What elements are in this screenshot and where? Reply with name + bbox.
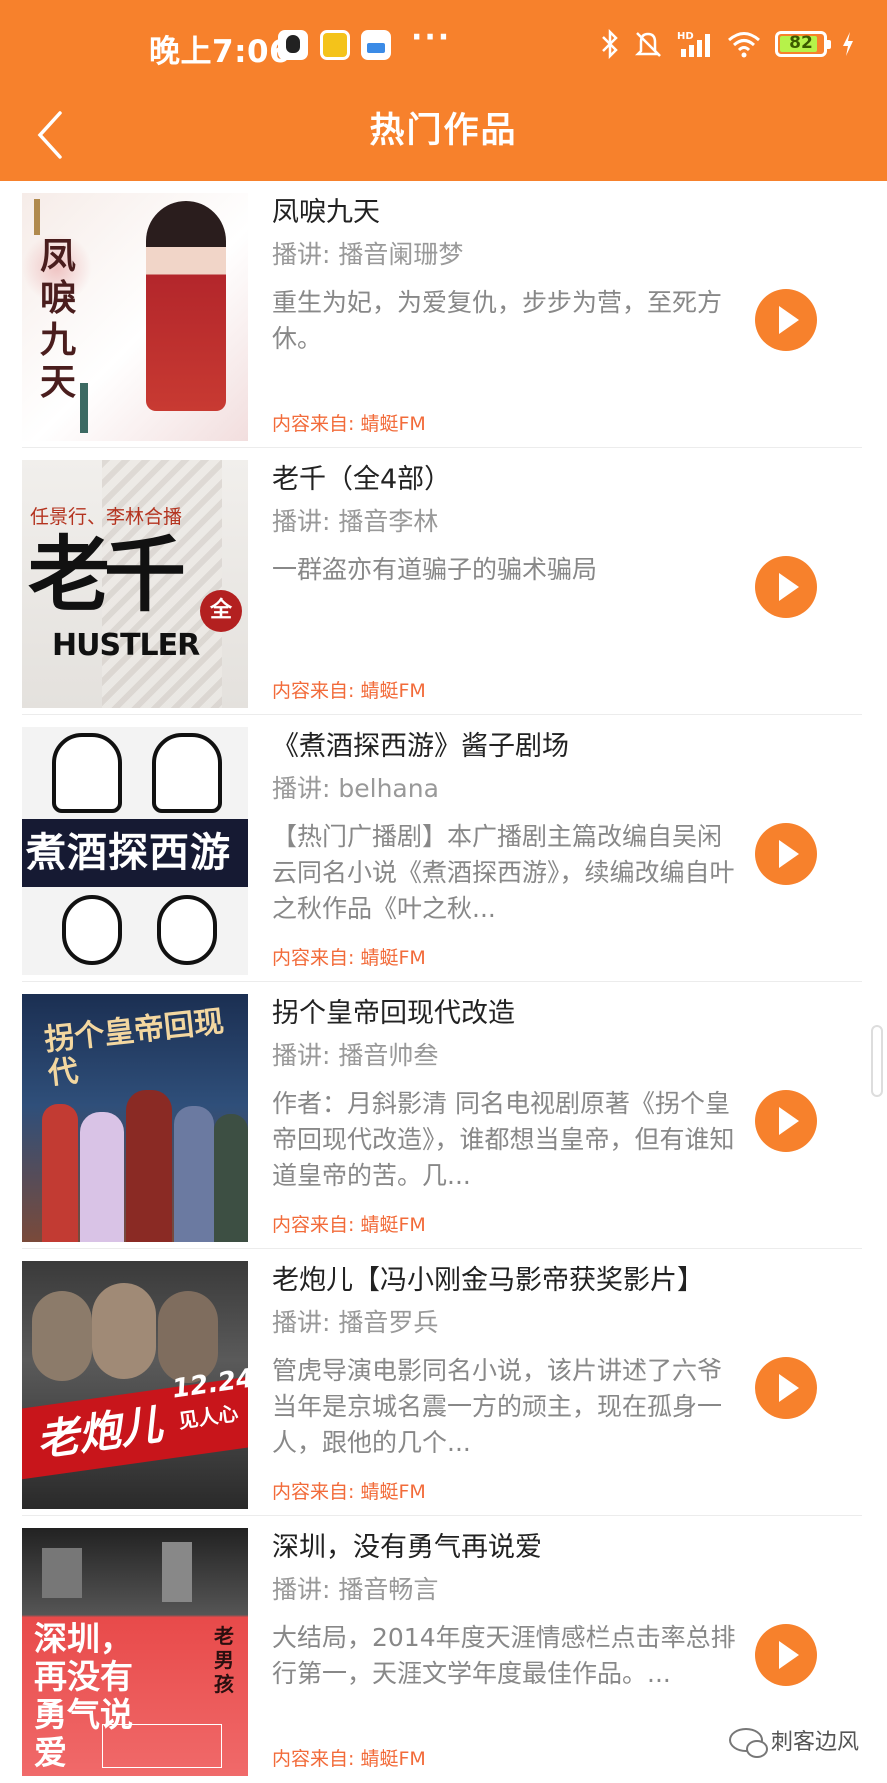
item-info: 老千（全4部） 播讲: 播音李林 一群盗亦有道骗子的骗术骗局	[272, 460, 742, 660]
system-icons: HD 82	[601, 26, 855, 62]
cover-image: 凤唳九天	[22, 193, 248, 441]
qq-icon	[278, 30, 308, 60]
item-title[interactable]: 深圳，没有勇气再说爱	[272, 1528, 742, 1568]
item-info: 拐个皇帝回现代改造 播讲: 播音帅叁 作者：月斜影清 同名电视剧原著《拐个皇帝回…	[272, 994, 742, 1194]
item-source: 内容来自: 蜻蜓FM	[272, 1748, 426, 1770]
notes-icon	[320, 30, 350, 60]
item-info: 老炮儿【冯小刚金马影帝获奖影片】 播讲: 播音罗兵 管虎导演电影同名小说，该片讲…	[272, 1261, 742, 1461]
status-time: 晚上7:06	[149, 34, 292, 70]
svg-text:HD: HD	[677, 31, 694, 42]
cover-image: 深圳，再没有勇气说爱 老男孩	[22, 1528, 248, 1776]
wechat-icon	[728, 1728, 768, 1758]
item-source: 内容来自: 蜻蜓FM	[272, 413, 426, 435]
page-title: 热门作品	[369, 111, 518, 151]
nav-bar: 热门作品	[0, 90, 887, 181]
battery-icon: 82	[775, 31, 831, 57]
watermark-text: 刺客边风	[770, 1730, 859, 1755]
item-source: 内容来自: 蜻蜓FM	[272, 1481, 426, 1503]
pen-icon	[361, 30, 391, 60]
cover-tag: 老男孩	[214, 1624, 234, 1696]
cover-title: 凤唳九天	[40, 235, 77, 403]
wifi-icon	[728, 32, 760, 58]
more-notifications-icon: ···	[411, 20, 452, 55]
item-host: 播讲: 播音畅言	[272, 1575, 439, 1604]
play-button[interactable]	[755, 823, 817, 885]
watermark: 刺客边风	[728, 1724, 859, 1758]
item-source: 内容来自: 蜻蜓FM	[272, 1214, 426, 1236]
cover-title: 煮酒探西游	[26, 830, 231, 876]
item-description: 作者：月斜影清 同名电视剧原著《拐个皇帝回现代改造》，谁都想当皇帝，但有谁知道皇…	[272, 1089, 735, 1190]
status-bar: 晚上7:06 ··· HD 82	[0, 0, 887, 90]
item-title[interactable]: 凤唳九天	[272, 193, 742, 233]
cover-title: 拐个皇帝回现代	[42, 1004, 226, 1092]
list-item[interactable]: 任景行、李林合播 老千 HUSTLER 全 老千（全4部） 播讲: 播音李林 一…	[22, 448, 862, 715]
item-host: 播讲: 播音李林	[272, 507, 439, 536]
play-button[interactable]	[755, 556, 817, 618]
list-item[interactable]: 老炮儿 12.24 见人心 老炮儿【冯小刚金马影帝获奖影片】 播讲: 播音罗兵 …	[22, 1249, 862, 1516]
play-button[interactable]	[755, 1624, 817, 1686]
item-description: 管虎导演电影同名小说，该片讲述了六爷当年是京城名震一方的顽主，现在孤身一人，跟他…	[272, 1356, 723, 1457]
cover-subtitle: HUSTLER	[52, 628, 200, 663]
list-item[interactable]: 煮酒探西游 《煮酒探西游》酱子剧场 播讲: belhana 【热门广播剧】本广播…	[22, 715, 862, 982]
cover-image: 老炮儿 12.24 见人心	[22, 1261, 248, 1509]
item-info: 《煮酒探西游》酱子剧场 播讲: belhana 【热门广播剧】本广播剧主篇改编自…	[272, 727, 742, 927]
mute-icon	[634, 32, 662, 57]
item-title[interactable]: 老千（全4部）	[272, 460, 742, 500]
cover-image: 煮酒探西游	[22, 727, 248, 975]
item-host: 播讲: 播音阑珊梦	[272, 240, 464, 269]
cover-badge: 全	[200, 590, 242, 632]
cover-image: 任景行、李林合播 老千 HUSTLER 全	[22, 460, 248, 708]
item-title[interactable]: 老炮儿【冯小刚金马影帝获奖影片】	[272, 1261, 742, 1301]
item-description: 重生为妃，为爱复仇，步步为营，至死方休。	[272, 288, 723, 353]
works-list: 凤唳九天 凤唳九天 播讲: 播音阑珊梦 重生为妃，为爱复仇，步步为营，至死方休。…	[0, 181, 887, 1783]
battery-level: 82	[789, 33, 813, 53]
scrollbar-handle[interactable]	[871, 1025, 883, 1097]
app-header: 晚上7:06 ··· HD 82 热门作品	[0, 0, 887, 181]
list-item[interactable]: 凤唳九天 凤唳九天 播讲: 播音阑珊梦 重生为妃，为爱复仇，步步为营，至死方休。…	[22, 181, 862, 448]
hd-signal-icon: HD	[677, 31, 710, 57]
item-host: 播讲: belhana	[272, 774, 439, 803]
item-description: 【热门广播剧】本广播剧主篇改编自吴闲云同名小说《煮酒探西游》，续编改编自叶之秋作…	[272, 822, 735, 923]
list-item[interactable]: 拐个皇帝回现代 拐个皇帝回现代改造 播讲: 播音帅叁 作者：月斜影清 同名电视剧…	[22, 982, 862, 1249]
item-description: 一群盗亦有道骗子的骗术骗局	[272, 555, 598, 584]
play-button[interactable]	[755, 1357, 817, 1419]
item-host: 播讲: 播音帅叁	[272, 1041, 439, 1070]
item-title[interactable]: 《煮酒探西游》酱子剧场	[272, 727, 742, 767]
play-button[interactable]	[755, 1090, 817, 1152]
cover-image: 拐个皇帝回现代	[22, 994, 248, 1242]
play-button[interactable]	[755, 289, 817, 351]
item-info: 凤唳九天 播讲: 播音阑珊梦 重生为妃，为爱复仇，步步为营，至死方休。	[272, 193, 742, 393]
charging-icon	[843, 32, 853, 56]
cover-title: 老千	[28, 527, 186, 623]
item-info: 深圳，没有勇气再说爱 播讲: 播音畅言 大结局，2014年度天涯情感栏点击率总排…	[272, 1528, 742, 1728]
item-description: 大结局，2014年度天涯情感栏点击率总排行第一，天涯文学年度最佳作品。...	[272, 1623, 736, 1688]
bluetooth-icon	[602, 29, 618, 59]
item-source: 内容来自: 蜻蜓FM	[272, 947, 426, 969]
item-host: 播讲: 播音罗兵	[272, 1308, 439, 1337]
item-title[interactable]: 拐个皇帝回现代改造	[272, 994, 742, 1034]
item-source: 内容来自: 蜻蜓FM	[272, 680, 426, 702]
cover-caption: 任景行、李林合播	[30, 506, 183, 528]
